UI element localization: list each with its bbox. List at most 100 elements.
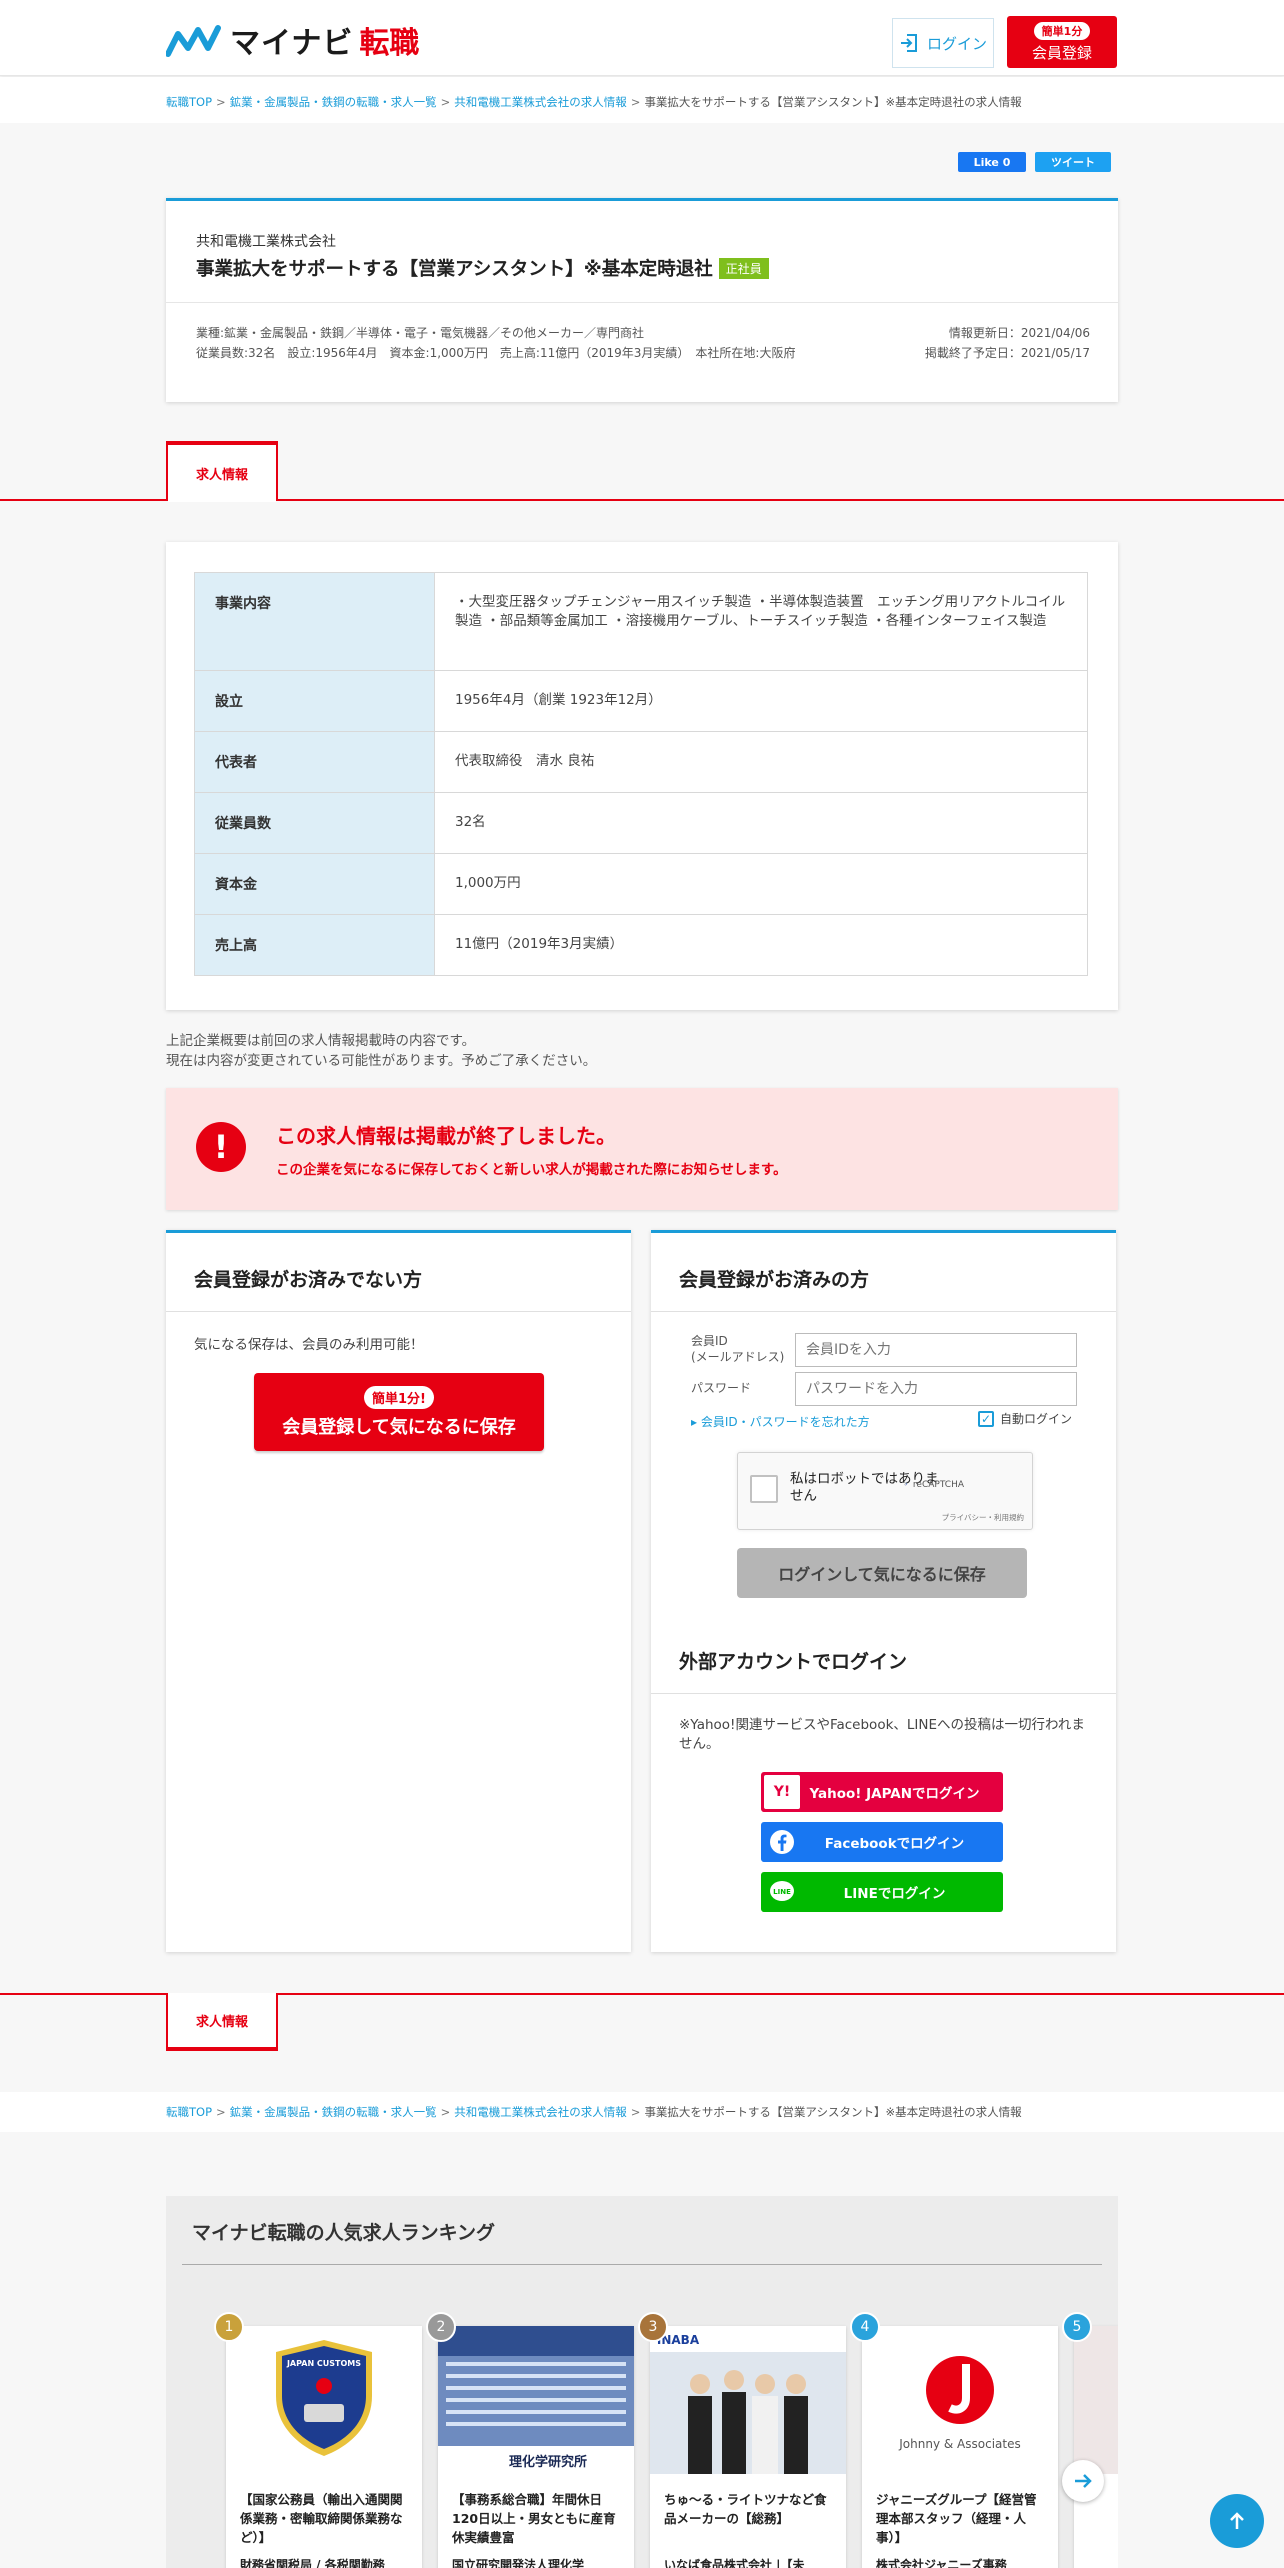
ranking-title: マイナビ転職の人気求人ランキング — [192, 2222, 496, 2244]
ranking-card[interactable]: INABA ちゅ～る・ライトツナなど食品メーカーの【総務】 いなば食品株式会社 … — [650, 2326, 846, 2568]
recaptcha-checkbox[interactable] — [750, 1475, 778, 1503]
ranking-card[interactable]: JAPAN CUSTOMS 【国家公務員（輸出入通関関係業務・密輸取締関係業務な… — [226, 2326, 422, 2568]
member-id-label-line1: 会員ID — [691, 1334, 728, 1348]
ranking-job-title: ジャニーズグループ【経営管理本部スタッフ（経理・人事）】 — [876, 2492, 1037, 2545]
facebook-like-button[interactable]: Like 0 — [958, 152, 1026, 172]
carousel-next-button[interactable] — [1062, 2460, 1104, 2502]
note-line2: 現在は内容が変更されている可能性があります。予めご了承ください。 — [166, 1053, 597, 1069]
member-id-input[interactable] — [795, 1333, 1077, 1367]
breadcrumb-sep: > — [630, 2105, 641, 2119]
job-title: 事業拡大をサポートする【営業アシスタント】※基本定時退社 正社員 — [196, 255, 769, 281]
yahoo-login-label: Yahoo! JAPANでログイン — [809, 1786, 980, 1802]
ranking-company: いなば食品株式会社 |【未 — [664, 2558, 805, 2568]
alert-text: この企業を気になるに保存しておくと新しい求人が掲載された際にお知らせします。 — [276, 1162, 787, 1178]
member-panel: 会員登録がお済みの方 会員ID (メールアドレス) パスワード ▸ 会員ID・パ… — [651, 1230, 1116, 1952]
ranking-card[interactable] — [1074, 2326, 1118, 2568]
company-name[interactable]: 共和電機工業株式会社 — [196, 231, 336, 251]
row-value: 1,000万円 — [434, 853, 1088, 915]
site-header: マイナビ 転職 ログイン 簡単1分 会員登録 — [0, 0, 1284, 76]
login-icon — [900, 34, 917, 52]
breadcrumb-current: 事業拡大をサポートする【営業アシスタント】※基本定時退社の求人情報 — [644, 95, 1022, 109]
mynavi-logo[interactable]: マイナビ 転職 — [166, 20, 420, 61]
svg-text:LINE: LINE — [773, 1888, 791, 1896]
password-input[interactable] — [795, 1372, 1077, 1406]
logo-sub-text: 転職 — [359, 26, 420, 61]
breadcrumb-sep: > — [216, 95, 226, 109]
staff-photo-icon: INABA — [650, 2326, 846, 2474]
external-login-title: 外部アカウントでログイン — [679, 1651, 908, 1673]
register-button[interactable]: 簡単1分 会員登録 — [1007, 16, 1117, 68]
building-photo-icon: 理化学研究所 — [438, 2326, 634, 2474]
breadcrumb-link-top[interactable]: 転職TOP — [166, 95, 212, 109]
register-and-save-button[interactable]: 簡単1分! 会員登録して気になるに保存 — [254, 1373, 544, 1451]
rank-number: 5 — [1062, 2312, 1092, 2342]
breadcrumb-current: 事業拡大をサポートする【営業アシスタント】※基本定時退社の求人情報 — [644, 2105, 1022, 2119]
divider — [651, 1693, 1116, 1694]
divider — [182, 2264, 1102, 2265]
line-icon: LINE — [764, 1875, 800, 1909]
tab-job-info[interactable]: 求人情報 — [166, 441, 278, 501]
johnny-logo-icon: Johnny & Associates — [898, 2356, 1021, 2451]
tab-gap — [168, 499, 276, 502]
tweet-label: ツイート — [1051, 156, 1095, 169]
ranking-image — [1074, 2326, 1118, 2474]
svg-text:Johnny & Associates: Johnny & Associates — [898, 2437, 1020, 2451]
recaptcha-icon — [904, 1482, 907, 1485]
company-info-table: 事業内容 ・大型変圧器タップチェンジャー用スイッチ製造 ・半導体製造装置 エッチ… — [194, 572, 1088, 976]
password-label: パスワード — [691, 1381, 752, 1395]
login-label: ログイン — [926, 34, 987, 53]
auto-login-checkbox[interactable]: ✓ 自動ログイン — [978, 1410, 1072, 1427]
note-line1: 上記企業概要は前回の求人情報掲載時の内容です。 — [166, 1033, 476, 1049]
login-and-save-button[interactable]: ログインして気になるに保存 — [737, 1548, 1027, 1598]
line-login-button[interactable]: LINE LINEでログイン — [761, 1872, 1003, 1912]
customs-emblem-icon: JAPAN CUSTOMS — [276, 2340, 372, 2456]
breadcrumb-sep: > — [630, 95, 641, 109]
divider — [166, 1311, 631, 1312]
breadcrumb-link-top[interactable]: 転職TOP — [166, 2105, 212, 2119]
alert-title: この求人情報は掲載が終了しました。 — [276, 1124, 616, 1148]
external-login-note: ※Yahoo!関連サービスやFacebook、LINEへの投稿は一切行われません… — [679, 1717, 1085, 1752]
register-label: 会員登録 — [1031, 43, 1092, 62]
job-meta-industry: 業種:鉱業・金属製品・鉄鋼／半導体・電子・電気機器／その他メーカー／専門商社 — [196, 326, 645, 340]
rank-number: 4 — [850, 2312, 880, 2342]
job-header-card: 共和電機工業株式会社 事業拡大をサポートする【営業アシスタント】※基本定時退社 … — [166, 198, 1118, 402]
forgot-credentials-link[interactable]: ▸ 会員ID・パスワードを忘れた方 — [691, 1413, 870, 1430]
breadcrumb-link-company[interactable]: 共和電機工業株式会社の求人情報 — [454, 95, 627, 109]
rank-number: 1 — [214, 2312, 244, 2342]
login-button[interactable]: ログイン — [892, 18, 994, 68]
row-label: 資本金 — [194, 853, 435, 915]
table-row: 設立 1956年4月（創業 1923年12月） — [194, 670, 1088, 732]
breadcrumb-sep: > — [216, 2105, 226, 2119]
breadcrumb-link-category[interactable]: 鉱業・金属製品・鉄鋼の転職・求人一覧 — [230, 95, 437, 109]
recaptcha-logo: reCAPTCHA — [904, 1465, 964, 1505]
breadcrumb-link-company[interactable]: 共和電機工業株式会社の求人情報 — [454, 2105, 627, 2119]
yahoo-login-button[interactable]: Y! Yahoo! JAPANでログイン — [761, 1772, 1003, 1812]
ranking-image: Johnny & Associates — [862, 2326, 1058, 2474]
table-row: 売上高 11億円（2019年3月実績） — [194, 914, 1088, 976]
tab-job-info-bottom[interactable]: 求人情報 — [166, 1993, 278, 2051]
ranking-job-title: 【国家公務員（輸出入通関関係業務・密輸取締関係業務など）】 — [240, 2492, 403, 2545]
ranking-image: 理化学研究所 — [438, 2326, 634, 2474]
row-value: 代表取締役 清水 良祐 — [434, 731, 1088, 793]
breadcrumb-link-category[interactable]: 鉱業・金属製品・鉄鋼の転職・求人一覧 — [230, 2105, 437, 2119]
job-title-text: 事業拡大をサポートする【営業アシスタント】※基本定時退社 — [196, 259, 713, 280]
guest-panel-text: 気になる保存は、会員のみ利用可能！ — [194, 1337, 424, 1353]
page-top-button[interactable] — [1210, 2494, 1264, 2548]
register-pill: 簡単1分 — [1033, 21, 1091, 40]
member-panel-title: 会員登録がお済みの方 — [679, 1269, 870, 1291]
row-value: 32名 — [434, 792, 1088, 854]
table-row: 代表者 代表取締役 清水 良祐 — [194, 731, 1088, 793]
facebook-like-label: Like 0 — [973, 155, 1011, 169]
recaptcha-links[interactable]: プライバシー・利用規約 — [942, 1512, 1024, 1523]
tweet-button[interactable]: ツイート — [1035, 152, 1111, 172]
job-meta: 業種:鉱業・金属製品・鉄鋼／半導体・電子・電気機器／その他メーカー／専門商社 従… — [196, 323, 795, 363]
employment-type-badge: 正社員 — [718, 257, 769, 279]
facebook-login-button[interactable]: Facebookでログイン — [761, 1822, 1003, 1862]
job-dates: 情報更新日：2021/04/06 掲載終了予定日：2021/05/17 — [925, 323, 1090, 363]
ranking-card[interactable]: 理化学研究所 【事務系総合職】年間休日120日以上・男女ともに産育休実績豊富 国… — [438, 2326, 634, 2568]
facebook-login-label: Facebookでログイン — [824, 1836, 965, 1852]
ranking-company: 財務省関税局 / 各税関勤務 — [240, 2558, 385, 2568]
job-meta-company-info: 従業員数:32名 設立:1956年4月 資本金:1,000万円 売上高:11億円… — [196, 346, 796, 360]
ranking-job-title: ちゅ～る・ライトツナなど食品メーカーの【総務】 — [664, 2492, 827, 2526]
ranking-card[interactable]: Johnny & Associates ジャニーズグループ【経営管理本部スタッフ… — [862, 2326, 1058, 2568]
